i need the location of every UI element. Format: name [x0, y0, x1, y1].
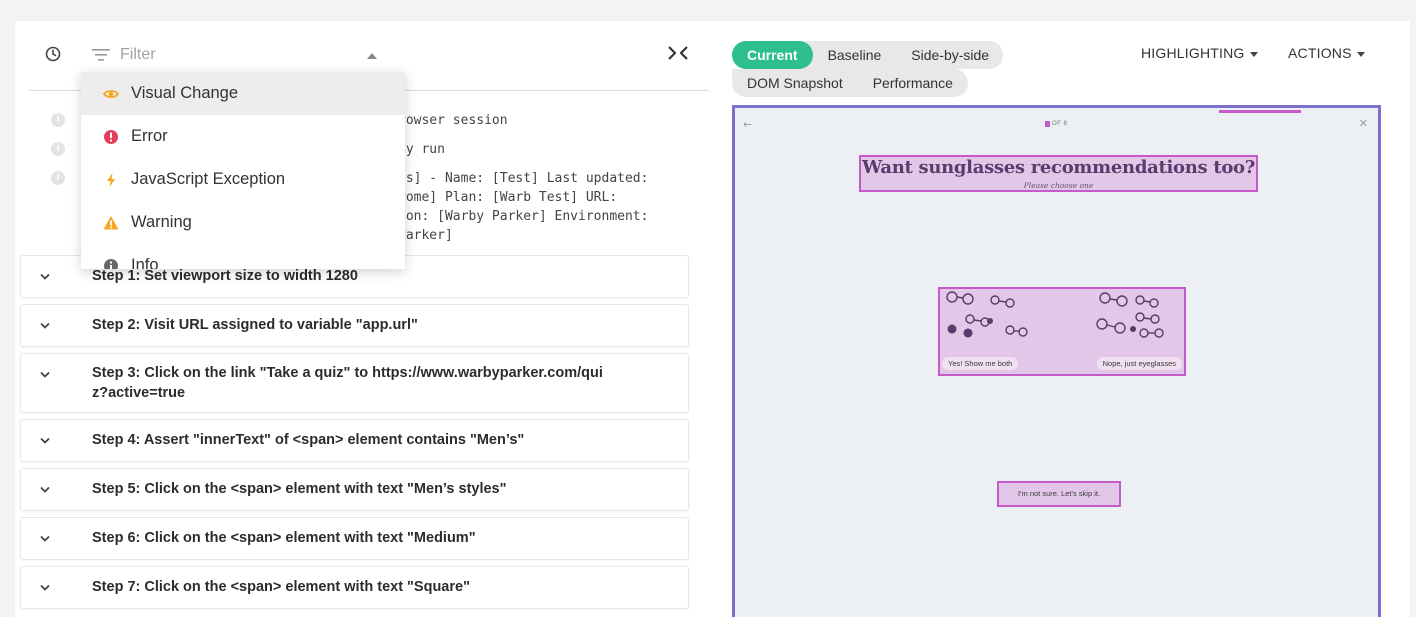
actions-menu[interactable]: ACTIONS	[1288, 45, 1365, 61]
option-both-button[interactable]: Yes! Show me both	[942, 357, 1019, 370]
collapse-arrows-icon[interactable]	[665, 45, 691, 61]
info-icon: i	[51, 171, 65, 185]
step-label: Step 2: Visit URL assigned to variable "…	[92, 317, 418, 333]
info-icon: i	[51, 113, 65, 127]
filter-option-info[interactable]: Info	[81, 244, 405, 269]
chevron-down-icon[interactable]	[40, 273, 50, 281]
step-label: Step 7: Click on the <span> element with…	[92, 579, 470, 595]
close-icon: ✕	[1358, 117, 1368, 130]
caret-down-icon	[1356, 51, 1365, 57]
view-tabs: Current Baseline Side-by-side	[732, 41, 1004, 69]
log-line: rome] Plan: [Warb Test] URL:	[398, 190, 618, 205]
filter-input[interactable]: Filter	[92, 44, 156, 66]
clock-icon[interactable]	[44, 45, 62, 63]
option-eyeglasses-button[interactable]: Nope, just eyeglasses	[1096, 357, 1182, 370]
step-row[interactable]: Step 3: Click on the link "Take a quiz" …	[20, 353, 689, 413]
error-circle-icon	[104, 130, 118, 144]
page-indicator: OF 8	[1052, 121, 1068, 127]
info-icon: i	[51, 142, 65, 156]
back-arrow-icon: ←	[743, 118, 753, 131]
snapshot-heading: Want sunglasses recommendations too?	[862, 157, 1255, 178]
step-row[interactable]: Step 7: Click on the <span> element with…	[20, 566, 689, 609]
filter-option-label: Visual Change	[131, 84, 239, 102]
highlight-marker	[1045, 121, 1050, 127]
snapshot-subheading: Please choose one	[1023, 181, 1094, 190]
lightning-icon	[107, 173, 115, 187]
heading-highlight: Want sunglasses recommendations too? Ple…	[859, 155, 1258, 192]
chevron-down-icon[interactable]	[40, 437, 50, 445]
quiz-progress-bar	[1219, 110, 1301, 113]
step-label: Step 4: Assert "innerText" of <span> ele…	[92, 432, 525, 448]
chevron-down-icon[interactable]	[40, 486, 50, 494]
filter-caret-up-icon[interactable]	[367, 53, 377, 59]
actions-label: ACTIONS	[1288, 45, 1352, 61]
tab-baseline[interactable]: Baseline	[813, 41, 897, 69]
filter-dropdown: Visual Change Error JavaScript Exception…	[81, 72, 405, 269]
warning-triangle-icon	[103, 216, 119, 230]
step-label: Step 1: Set viewport size to width 1280	[92, 268, 358, 284]
step-row[interactable]: Step 2: Visit URL assigned to variable "…	[20, 304, 689, 347]
log-line: rowser session	[398, 113, 508, 128]
highlighting-menu[interactable]: HIGHLIGHTING	[1141, 45, 1258, 61]
filter-option-warning[interactable]: Warning	[81, 201, 405, 244]
step-label: Step 5: Click on the <span> element with…	[92, 481, 507, 497]
filter-option-visual-change[interactable]: Visual Change	[81, 72, 405, 115]
log-line: ion: [Warby Parker] Environment:	[398, 209, 649, 224]
chevron-down-icon[interactable]	[40, 584, 50, 592]
filter-option-label: Error	[131, 127, 168, 145]
filter-lines-icon	[92, 49, 110, 61]
filter-option-label: Warning	[131, 213, 192, 231]
chevron-down-icon[interactable]	[40, 371, 50, 379]
tab-dom-snapshot[interactable]: DOM Snapshot	[732, 69, 858, 97]
skip-link[interactable]: I'm not sure. Let's skip it.	[999, 489, 1119, 498]
tab-performance[interactable]: Performance	[858, 69, 968, 97]
log-line: Parker]	[398, 228, 453, 243]
screenshot-viewer[interactable]: ← ✕ OF 8 Want sunglasses recommendations…	[732, 105, 1381, 617]
step-row[interactable]: Step 4: Assert "innerText" of <span> ele…	[20, 419, 689, 462]
skip-highlight: I'm not sure. Let's skip it.	[997, 481, 1121, 507]
log-line: ey run	[398, 142, 445, 157]
filter-option-label: JavaScript Exception	[131, 170, 286, 188]
chevron-down-icon[interactable]	[40, 322, 50, 330]
step-row[interactable]: Step 5: Click on the <span> element with…	[20, 468, 689, 511]
log-line: ls] - Name: [Test] Last updated:	[398, 171, 649, 186]
filter-placeholder: Filter	[120, 46, 156, 63]
eye-icon	[103, 90, 119, 98]
filter-option-error[interactable]: Error	[81, 115, 405, 158]
step-label: Step 6: Click on the <span> element with…	[92, 530, 476, 546]
highlighting-label: HIGHLIGHTING	[1141, 45, 1245, 61]
caret-down-icon	[1249, 51, 1258, 57]
tab-current[interactable]: Current	[732, 41, 813, 69]
chevron-down-icon[interactable]	[40, 535, 50, 543]
step-label: Step 3: Click on the link "Take a quiz" …	[92, 365, 603, 401]
info-circle-icon	[104, 259, 118, 269]
tab-side-by-side[interactable]: Side-by-side	[896, 41, 1003, 69]
options-highlight: Yes! Show me both Nope, just eyeglasses	[938, 287, 1186, 376]
step-row[interactable]: Step 6: Click on the <span> element with…	[20, 517, 689, 560]
view-tabs-row2: DOM Snapshot Performance	[732, 69, 968, 97]
filter-option-label: Info	[131, 256, 159, 269]
filter-option-javascript-exception[interactable]: JavaScript Exception	[81, 158, 405, 201]
